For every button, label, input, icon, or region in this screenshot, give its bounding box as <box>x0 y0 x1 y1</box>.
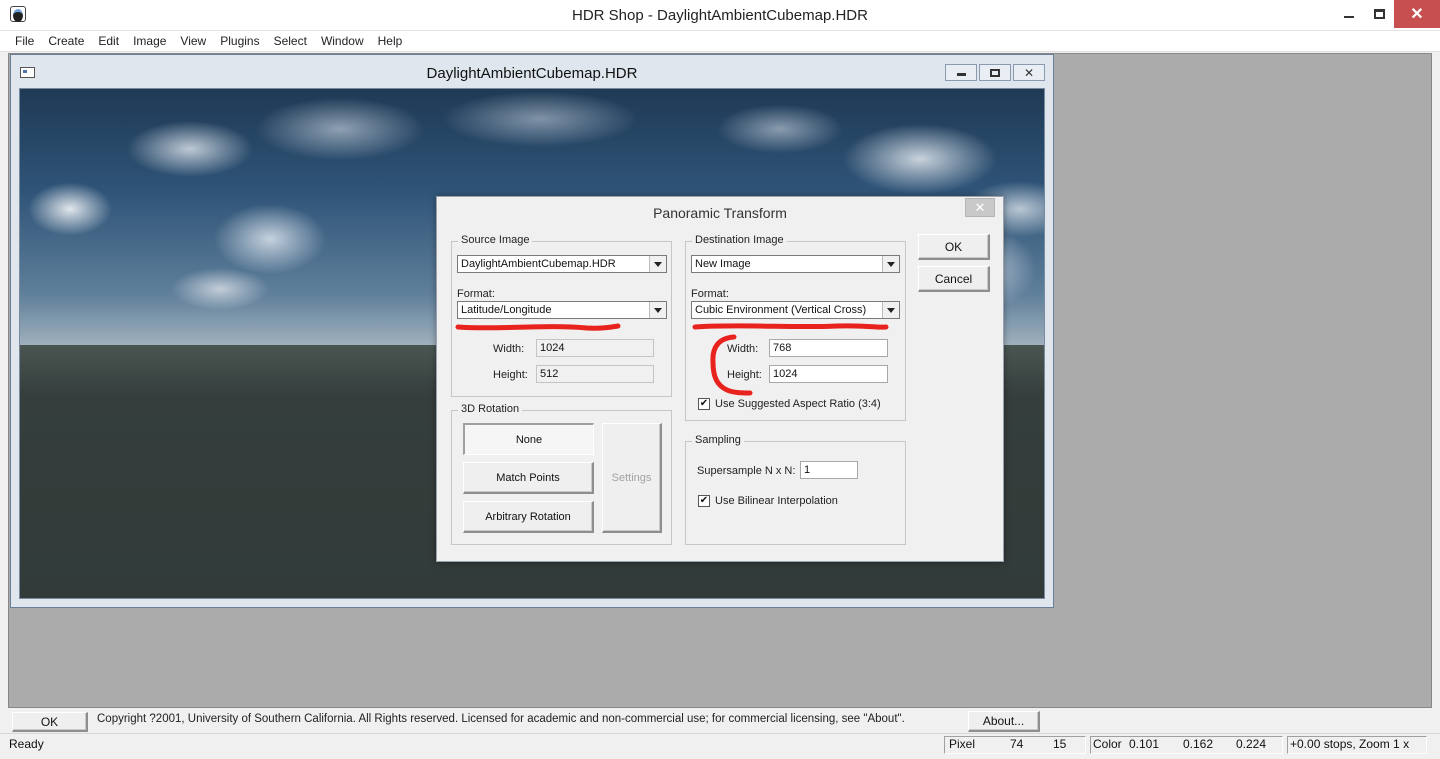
menu-bar: File Create Edit Image View Plugins Sele… <box>0 31 1440 52</box>
dialog-close-button[interactable]: ✕ <box>965 198 995 217</box>
settings-button[interactable]: Settings <box>602 423 662 533</box>
close-icon: ✕ <box>1023 65 1035 80</box>
destination-format-select[interactable]: Cubic Environment (Vertical Cross) <box>691 301 900 319</box>
sampling-group: Sampling Supersample N x N: 1 ✔ Use Bili… <box>685 434 906 545</box>
source-image-group-label: Source Image <box>458 234 533 246</box>
supersample-label: Supersample N x N: <box>697 465 796 477</box>
bilinear-checkbox[interactable]: ✔ <box>698 495 710 507</box>
status-ready: Ready <box>9 737 44 751</box>
destination-image-value: New Image <box>695 258 751 270</box>
about-button[interactable]: About... <box>968 711 1040 732</box>
chevron-down-icon[interactable] <box>882 302 899 318</box>
menu-file[interactable]: File <box>8 31 41 51</box>
color-r: 0.101 <box>1129 737 1160 751</box>
destination-width-label: Width: <box>727 343 759 355</box>
arbitrary-rotation-button[interactable]: Arbitrary Rotation <box>463 501 594 533</box>
image-window-close-button[interactable]: ✕ <box>1013 64 1045 81</box>
image-window-title: DaylightAmbientCubemap.HDR <box>426 65 638 82</box>
destination-image-select[interactable]: New Image <box>691 255 900 273</box>
source-image-select[interactable]: DaylightAmbientCubemap.HDR <box>457 255 667 273</box>
ok-button[interactable]: OK <box>918 234 990 260</box>
pixel-y: 15 <box>1053 737 1067 751</box>
source-format-label: Format: <box>457 288 495 300</box>
image-window-controls: ✕ <box>945 64 1045 81</box>
rotation-none-button[interactable]: None <box>463 423 594 455</box>
source-width-field: 1024 <box>536 339 654 357</box>
aspect-ratio-checkbox[interactable]: ✔ <box>698 398 710 410</box>
cancel-button[interactable]: Cancel <box>918 266 990 292</box>
close-icon: ✕ <box>1410 6 1424 23</box>
menu-help[interactable]: Help <box>371 31 410 51</box>
destination-image-group-label: Destination Image <box>692 234 787 246</box>
pixel-x: 74 <box>1010 737 1024 751</box>
source-format-value: Latitude/Longitude <box>461 304 552 316</box>
destination-format-value: Cubic Environment (Vertical Cross) <box>695 304 867 316</box>
destination-format-label: Format: <box>691 288 729 300</box>
dialog-title: Panoramic Transform <box>653 205 787 221</box>
close-icon: ✕ <box>974 199 986 215</box>
sampling-group-label: Sampling <box>692 434 744 446</box>
menu-create[interactable]: Create <box>41 31 91 51</box>
maximize-button[interactable] <box>1364 0 1394 28</box>
menu-view[interactable]: View <box>173 31 213 51</box>
color-g: 0.162 <box>1183 737 1214 751</box>
status-bar: Ready Pixel 74 15 Color 0.101 0.162 0.22… <box>0 733 1440 759</box>
destination-height-input[interactable]: 1024 <box>769 365 888 383</box>
image-window-restore-button[interactable] <box>979 64 1011 81</box>
maximize-icon <box>1373 9 1385 19</box>
source-height-field: 512 <box>536 365 654 383</box>
checkmark-icon: ✔ <box>699 495 709 506</box>
zoom-readout: +0.00 stops, Zoom 1 x <box>1290 737 1410 751</box>
menu-window[interactable]: Window <box>314 31 371 51</box>
bilinear-label[interactable]: Use Bilinear Interpolation <box>715 495 838 507</box>
supersample-input[interactable]: 1 <box>800 461 858 479</box>
source-image-group: Source Image DaylightAmbientCubemap.HDR … <box>451 234 672 397</box>
source-height-label: Height: <box>493 369 528 381</box>
app-title: HDR Shop - DaylightAmbientCubemap.HDR <box>572 7 868 24</box>
rotation-group-label: 3D Rotation <box>458 403 523 415</box>
close-button[interactable]: ✕ <box>1394 0 1440 28</box>
minimize-button[interactable] <box>1334 0 1364 28</box>
color-label: Color <box>1093 737 1122 751</box>
source-width-label: Width: <box>493 343 525 355</box>
aspect-ratio-label[interactable]: Use Suggested Aspect Ratio (3:4) <box>715 398 881 410</box>
chevron-down-icon[interactable] <box>649 302 666 318</box>
destination-image-group: Destination Image New Image Format: Cubi… <box>685 234 906 421</box>
window-controls: ✕ <box>1334 0 1440 30</box>
source-image-value: DaylightAmbientCubemap.HDR <box>461 258 616 270</box>
copyright-ok-button[interactable]: OK <box>12 712 88 732</box>
image-window-titlebar[interactable]: DaylightAmbientCubemap.HDR ✕ <box>11 55 1053 88</box>
chevron-down-icon[interactable] <box>882 256 899 272</box>
panoramic-transform-dialog: Panoramic Transform ✕ Source Image Dayli… <box>436 196 1004 562</box>
menu-image[interactable]: Image <box>126 31 173 51</box>
restore-icon <box>990 68 1000 77</box>
copyright-text: Copyright ?2001, University of Southern … <box>97 713 905 725</box>
checkmark-icon: ✔ <box>699 398 709 409</box>
source-format-select[interactable]: Latitude/Longitude <box>457 301 667 319</box>
menu-select[interactable]: Select <box>267 31 314 51</box>
app-titlebar: HDR Shop - DaylightAmbientCubemap.HDR ✕ <box>0 0 1440 31</box>
destination-height-label: Height: <box>727 369 762 381</box>
minimize-icon <box>956 73 966 76</box>
copyright-bar: OK Copyright ?2001, University of Southe… <box>8 710 1432 732</box>
minimize-icon <box>1344 16 1354 18</box>
menu-plugins[interactable]: Plugins <box>213 31 266 51</box>
chevron-down-icon[interactable] <box>649 256 666 272</box>
destination-width-input[interactable]: 768 <box>769 339 888 357</box>
dialog-titlebar[interactable]: Panoramic Transform ✕ <box>437 197 1003 227</box>
match-points-button[interactable]: Match Points <box>463 462 594 494</box>
pixel-label: Pixel <box>949 737 976 751</box>
menu-edit[interactable]: Edit <box>91 31 126 51</box>
rotation-group: 3D Rotation None Match Points Arbitrary … <box>451 403 672 545</box>
image-window-minimize-button[interactable] <box>945 64 977 81</box>
color-b: 0.224 <box>1236 737 1267 751</box>
